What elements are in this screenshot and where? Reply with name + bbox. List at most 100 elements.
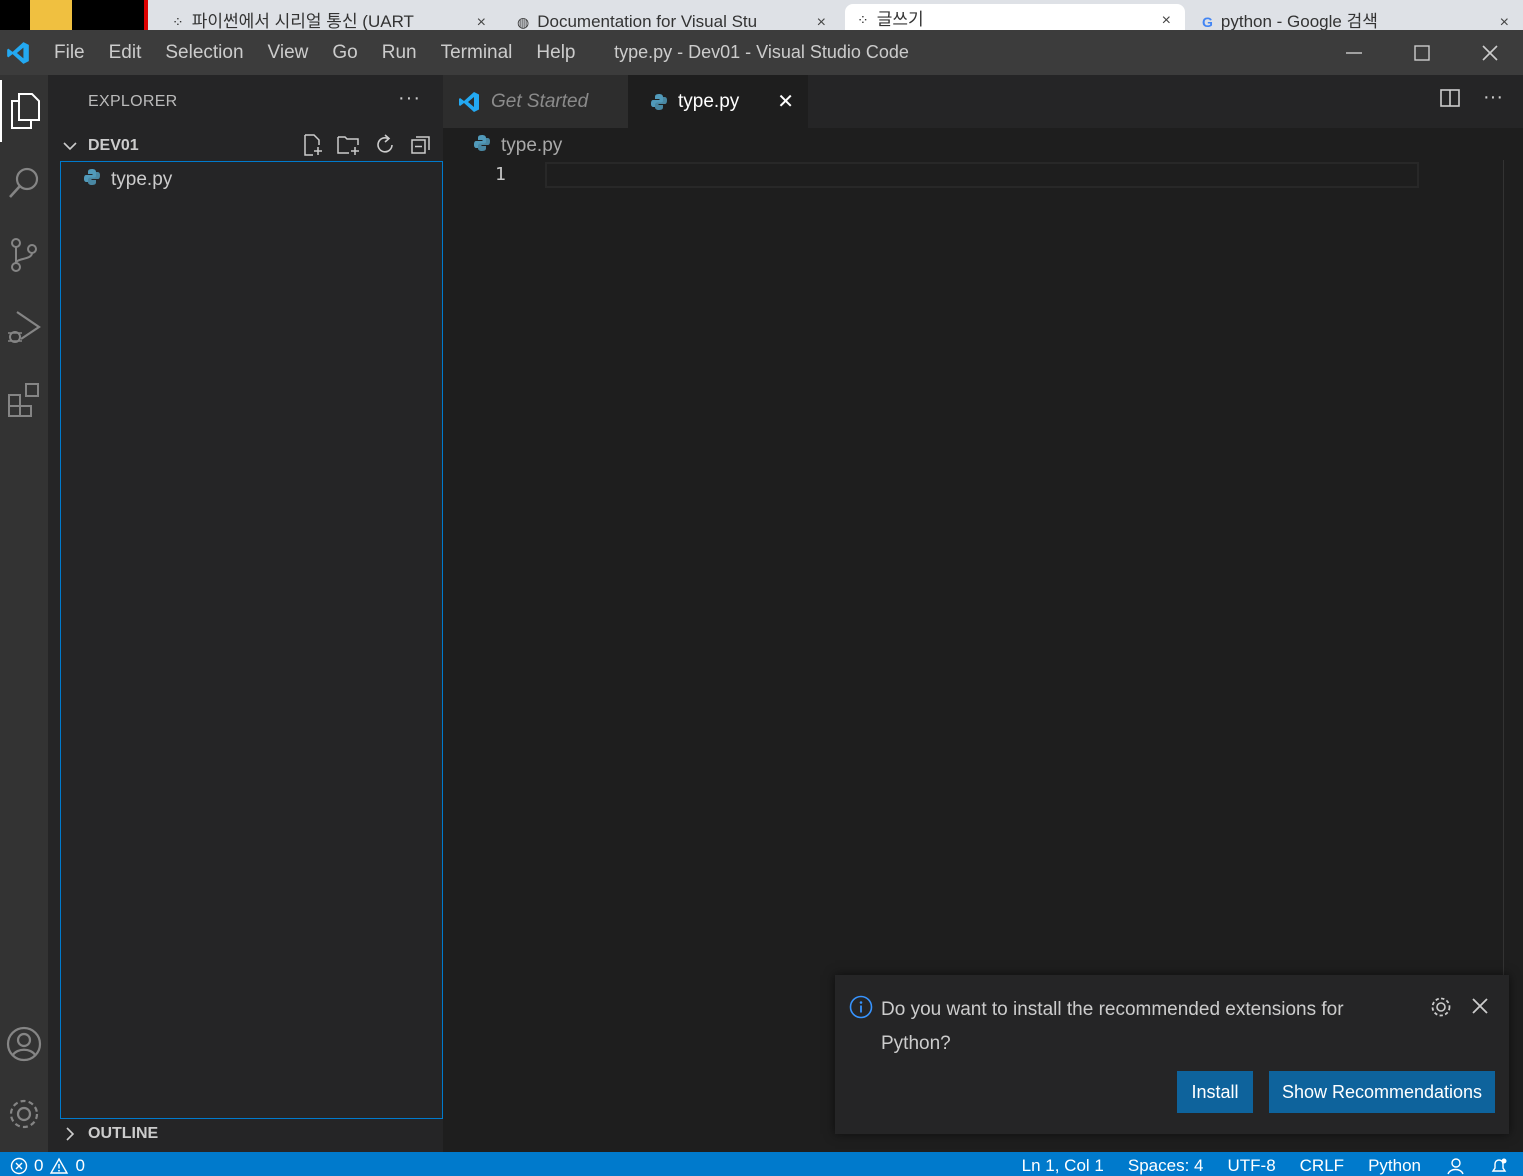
- scrollbar[interactable]: [1503, 160, 1504, 1010]
- feedback-icon[interactable]: [1445, 1157, 1465, 1175]
- run-debug-activity[interactable]: [0, 296, 48, 358]
- info-icon: [849, 995, 873, 1024]
- accounts-activity[interactable]: [0, 1013, 48, 1075]
- more-actions-icon[interactable]: ···: [1483, 87, 1503, 114]
- source-control-activity[interactable]: [0, 224, 48, 286]
- warning-icon: [50, 1157, 69, 1174]
- menu-file[interactable]: File: [42, 30, 97, 75]
- file-name: type.py: [111, 169, 173, 190]
- browser-tab[interactable]: ⁘ 파이썬에서 시리얼 통신 (UART ×: [160, 6, 500, 30]
- explorer-title: EXPLORER: [88, 93, 178, 110]
- close-icon[interactable]: [1469, 995, 1491, 1022]
- new-folder-icon[interactable]: [335, 131, 363, 159]
- menu-go[interactable]: Go: [320, 30, 369, 75]
- browser-tab-strip: ⁘ 파이썬에서 시리얼 통신 (UART × ◍ Documentation for…: [0, 0, 1523, 30]
- encoding[interactable]: UTF-8: [1227, 1156, 1275, 1176]
- extension-recommendation-toast: Do you want to install the recommended e…: [835, 975, 1509, 1134]
- close-tab-icon[interactable]: ✕: [777, 89, 794, 114]
- google-icon: G: [1202, 14, 1213, 30]
- menu-bar: File Edit Selection View Go Run Terminal…: [42, 30, 588, 75]
- toast-message: Do you want to install the recommended e…: [881, 999, 1344, 1054]
- cursor-position[interactable]: Ln 1, Col 1: [1022, 1156, 1104, 1176]
- file-item[interactable]: type.py: [83, 168, 172, 192]
- maximize-button[interactable]: [1388, 30, 1456, 75]
- problems-indicator[interactable]: 0 0: [10, 1156, 85, 1176]
- browser-tab-active[interactable]: ⁘ 글쓰기 ×: [845, 4, 1185, 30]
- editor-actions: ···: [1439, 87, 1503, 114]
- tab-favicon-icon: ⁘: [172, 14, 184, 30]
- chevron-down-icon: [58, 138, 82, 154]
- minimize-icon: [1346, 51, 1362, 54]
- current-line-highlight[interactable]: [545, 162, 1419, 188]
- close-icon[interactable]: ×: [1162, 12, 1171, 30]
- menu-run[interactable]: Run: [370, 30, 429, 75]
- folder-name: DEV01: [88, 137, 139, 154]
- show-recommendations-button[interactable]: Show Recommendations: [1269, 1071, 1495, 1113]
- extensions-activity[interactable]: [0, 368, 48, 430]
- tab-label: Get Started: [491, 90, 589, 112]
- status-bar: 0 0 Ln 1, Col 1 Spaces: 4 UTF-8 CRLF Pyt…: [0, 1152, 1523, 1176]
- language-mode[interactable]: Python: [1368, 1156, 1421, 1176]
- menu-selection[interactable]: Selection: [153, 30, 255, 75]
- close-icon[interactable]: ×: [1500, 14, 1509, 30]
- chevron-right-icon: [58, 1126, 82, 1142]
- screen: ⁘ 파이썬에서 시리얼 통신 (UART × ◍ Documentation for…: [0, 0, 1523, 1176]
- globe-icon: ◍: [517, 14, 530, 30]
- status-right: Ln 1, Col 1 Spaces: 4 UTF-8 CRLF Python: [998, 1156, 1509, 1176]
- python-file-icon: [650, 93, 668, 111]
- error-icon: [10, 1157, 28, 1175]
- split-editor-icon[interactable]: [1439, 87, 1461, 114]
- vscode-logo-icon: [0, 30, 36, 75]
- python-file-icon: [473, 134, 491, 158]
- collapse-all-icon[interactable]: [407, 131, 435, 159]
- more-actions-icon[interactable]: ···: [398, 87, 421, 110]
- outline-section-header[interactable]: OUTLINE: [58, 1125, 158, 1143]
- browser-tab[interactable]: ◍ Documentation for Visual Stu ×: [505, 6, 840, 30]
- search-icon: [9, 167, 39, 198]
- breadcrumb[interactable]: type.py: [473, 134, 562, 158]
- line-number: 1: [495, 164, 506, 185]
- indentation[interactable]: Spaces: 4: [1128, 1156, 1204, 1176]
- file-tree: type.py: [60, 161, 443, 1119]
- menu-edit[interactable]: Edit: [97, 30, 154, 75]
- menu-help[interactable]: Help: [524, 30, 587, 75]
- tab-get-started[interactable]: Get Started: [443, 75, 628, 128]
- browser-tab[interactable]: Gpython - Google 검색 ×: [1190, 6, 1523, 30]
- refresh-icon[interactable]: [371, 131, 399, 159]
- tab-type-py[interactable]: type.py ✕: [628, 75, 808, 128]
- run-debug-icon: [8, 311, 41, 343]
- error-count: 0: [34, 1156, 44, 1175]
- activity-bar: [0, 75, 48, 1152]
- breadcrumb-file: type.py: [501, 135, 563, 156]
- line-ending[interactable]: CRLF: [1300, 1156, 1344, 1176]
- explorer-toolbar: [299, 131, 435, 159]
- install-button[interactable]: Install: [1177, 1071, 1253, 1113]
- taskbar-indicator: [144, 0, 148, 30]
- maximize-icon: [1414, 44, 1430, 61]
- close-icon[interactable]: ×: [477, 14, 486, 30]
- gear-icon: [9, 1099, 39, 1129]
- menu-view[interactable]: View: [256, 30, 321, 75]
- tab-label: type.py: [678, 90, 740, 112]
- explorer-activity[interactable]: [0, 80, 48, 142]
- new-file-icon[interactable]: [299, 131, 327, 159]
- taskbar-region: [0, 0, 148, 30]
- menu-terminal[interactable]: Terminal: [429, 30, 525, 75]
- gear-icon[interactable]: [1429, 995, 1453, 1024]
- minimize-button[interactable]: [1320, 30, 1388, 75]
- close-icon[interactable]: ×: [817, 14, 826, 30]
- search-activity[interactable]: [0, 152, 48, 214]
- extensions-icon: [8, 383, 39, 417]
- title-bar: File Edit Selection View Go Run Terminal…: [0, 30, 1523, 75]
- folder-icon: [30, 0, 72, 30]
- close-window-button[interactable]: [1456, 30, 1523, 75]
- python-file-icon: [83, 168, 101, 192]
- account-icon: [6, 1026, 42, 1062]
- notifications-bell-icon[interactable]: [1489, 1157, 1509, 1175]
- source-control-icon: [11, 238, 37, 272]
- manage-activity[interactable]: [0, 1083, 48, 1145]
- tab-favicon-icon: ⁘: [857, 12, 869, 28]
- warning-count: 0: [75, 1156, 85, 1175]
- explorer-sidebar: EXPLORER ··· DEV01 type.py OUTLINE: [48, 75, 443, 1152]
- editor-tabs-bar: Get Started type.py ✕ ···: [443, 75, 1523, 128]
